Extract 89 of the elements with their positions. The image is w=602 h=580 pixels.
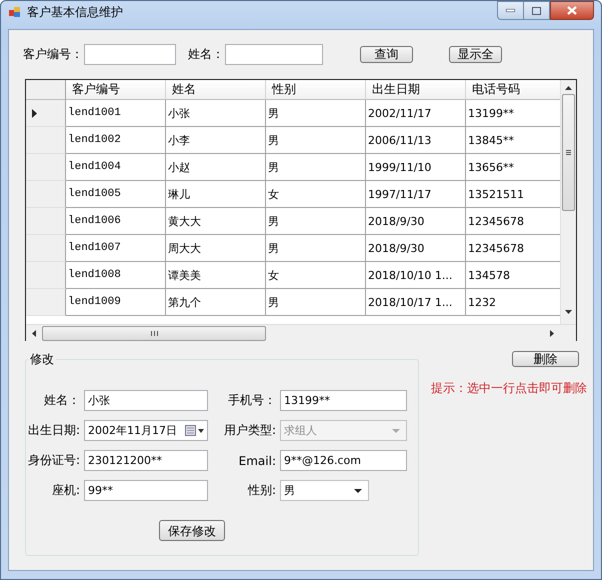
field-label: 姓名： [43, 392, 81, 409]
table-cell: lend1004 [66, 154, 166, 181]
text-field[interactable]: 230121200** [84, 450, 208, 471]
text-field[interactable]: 小张 [84, 390, 208, 411]
row-header[interactable] [26, 235, 66, 262]
field-label: 身份证号: [26, 452, 81, 469]
text-field[interactable]: 99** [84, 480, 208, 501]
scroll-thumb[interactable] [562, 94, 576, 211]
scroll-down-icon[interactable] [565, 310, 572, 314]
scroll-right-icon[interactable] [550, 330, 554, 336]
table-cell: 小赵 [166, 154, 266, 181]
table-cell: lend1006 [66, 208, 166, 235]
group-title: 修改 [29, 351, 55, 368]
hint-text: 提示：选中一行点击即可删除 [431, 380, 587, 397]
minimize-button[interactable] [497, 1, 523, 20]
table-cell: 周大大 [166, 235, 266, 262]
table-cell: 2006/11/13 [366, 127, 466, 154]
table-cell: 1999/11/10 [366, 154, 466, 181]
row-header[interactable] [26, 262, 66, 289]
scroll-up-icon[interactable] [565, 86, 572, 90]
table-cell: 男 [266, 289, 366, 316]
horizontal-scrollbar[interactable] [26, 324, 576, 341]
table-cell: 2018/10/17 1... [366, 289, 466, 316]
table-cell: lend1001 [66, 100, 166, 127]
table-cell: 小张 [166, 100, 266, 127]
calendar-icon[interactable] [185, 425, 205, 436]
dropdown-arrow-icon[interactable] [354, 488, 362, 492]
scroll-thumb[interactable] [42, 326, 266, 340]
close-button[interactable] [550, 1, 594, 20]
table-cell: lend1002 [66, 127, 166, 154]
field-label: 用户类型: [222, 422, 277, 439]
row-header[interactable] [26, 289, 66, 316]
customer-id-field[interactable] [84, 44, 176, 64]
minimize-icon [506, 9, 515, 12]
table-cell: 2018/9/30 [366, 235, 466, 262]
column-header[interactable]: 姓名 [166, 80, 266, 100]
table-cell: lend1009 [66, 289, 166, 316]
search-button[interactable]: 查询 [360, 46, 413, 62]
table-cell: 男 [266, 154, 366, 181]
row-header[interactable] [26, 154, 66, 181]
table-cell: 男 [266, 127, 366, 154]
show-all-button[interactable]: 显示全 [449, 46, 502, 62]
table-cell: 男 [266, 208, 366, 235]
delete-button[interactable]: 删除 [512, 351, 579, 367]
row-header[interactable] [26, 208, 66, 235]
table-cell: 黄大大 [166, 208, 266, 235]
name-field[interactable] [225, 44, 323, 64]
column-header[interactable]: 出生日期 [366, 80, 466, 100]
app-icon [9, 6, 21, 18]
field-label: 出生日期: [26, 422, 81, 439]
table-cell: 男 [266, 100, 366, 127]
table-cell: lend1008 [66, 262, 166, 289]
save-button[interactable]: 保存修改 [159, 520, 225, 541]
table-cell: 男 [266, 235, 366, 262]
scroll-left-icon[interactable] [32, 330, 36, 336]
row-header[interactable] [26, 181, 66, 208]
text-field[interactable]: 13199** [280, 390, 407, 411]
text-field[interactable]: 9**@126.com [280, 450, 407, 471]
table-cell: lend1007 [66, 235, 166, 262]
field-label: 手机号： [227, 392, 277, 409]
table-cell: 2018/10/10 1... [366, 262, 466, 289]
field-label: Email: [238, 454, 277, 468]
field-label: 姓名： [188, 46, 224, 62]
table-cell: 女 [266, 181, 366, 208]
column-header[interactable]: 客户编号 [66, 80, 166, 100]
row-header[interactable] [26, 100, 66, 127]
table-cell: 1997/11/17 [366, 181, 466, 208]
table-cell: 第九个 [166, 289, 266, 316]
window-title: 客户基本信息维护 [27, 4, 123, 20]
table-cell: 女 [266, 262, 366, 289]
current-row-icon [32, 108, 37, 118]
field-label: 性别: [246, 482, 277, 499]
table-cell: 2018/9/30 [366, 208, 466, 235]
close-icon [567, 6, 577, 15]
field-label: 座机: [50, 482, 81, 499]
row-header[interactable] [26, 127, 66, 154]
table-cell: 小李 [166, 127, 266, 154]
table-cell: lend1005 [66, 181, 166, 208]
table-cell: 琳儿 [166, 181, 266, 208]
column-header[interactable]: 性别 [266, 80, 366, 100]
header-corner [26, 80, 66, 100]
vertical-scrollbar[interactable] [560, 80, 576, 324]
dropdown[interactable]: 男 [280, 480, 369, 501]
date-picker[interactable]: 2002年11月17日 [84, 420, 208, 441]
table-cell: 2002/11/17 [366, 100, 466, 127]
maximize-button[interactable] [523, 1, 550, 20]
field-label: 客户编号： [23, 46, 83, 62]
table-cell: 谭美美 [166, 262, 266, 289]
maximize-icon [532, 6, 541, 14]
